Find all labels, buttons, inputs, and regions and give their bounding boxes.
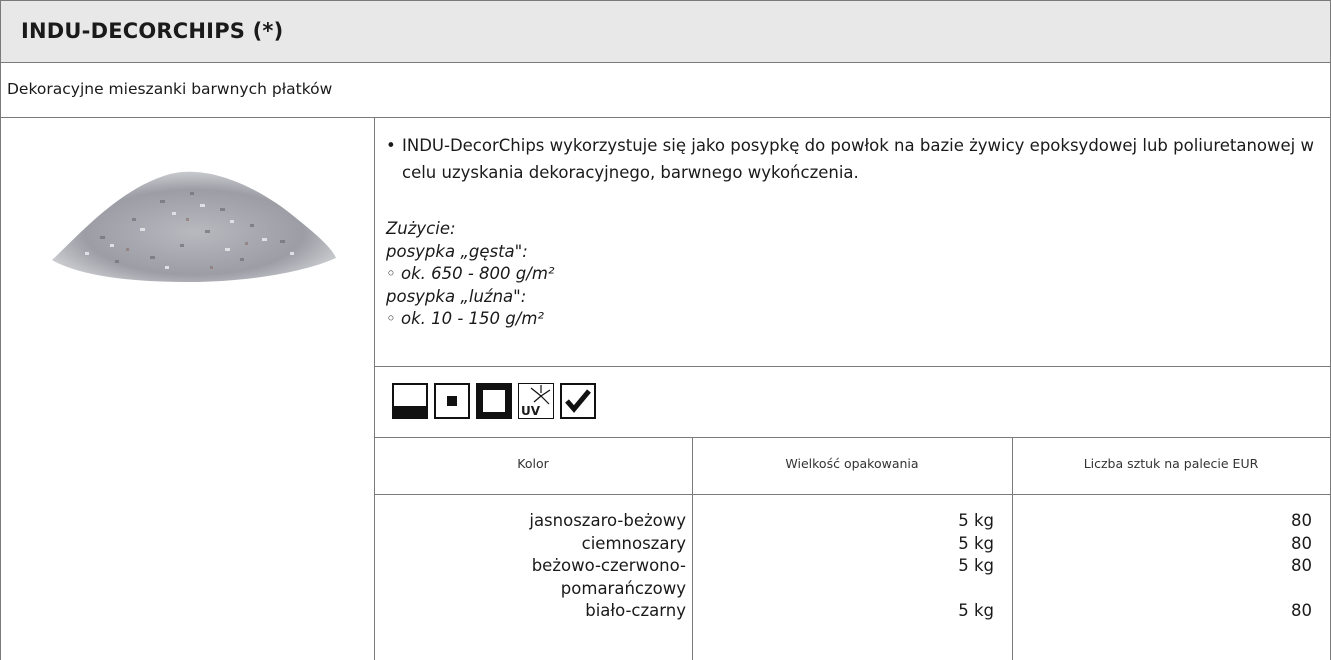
table-cell-color-cont: pomarańczowy (560, 578, 686, 598)
divider-image-column (374, 117, 375, 660)
description-text: INDU-DecorChips wykorzystuje się jako po… (402, 136, 1314, 182)
border-top (0, 0, 1331, 1)
description-bullet: • INDU-DecorChips wykorzystuje się jako … (386, 132, 1316, 186)
table-header-pallet-count: Liczba sztuk na palecie EUR (1083, 456, 1259, 471)
floor-base-icon (392, 383, 428, 419)
usage-heading: Zużycie: (386, 219, 456, 238)
uv-label: UV (521, 404, 541, 418)
table-cell-pallet: 80 (1291, 601, 1312, 620)
usage-dense-label: posypka „gęsta": (386, 241, 528, 261)
table-column-color: jasnoszaro-beżowy ciemnoszary beżowo-cze… (380, 510, 686, 623)
border-left (0, 0, 1, 660)
application-icons: UV (392, 383, 596, 419)
table-cell-size: 5 kg (958, 533, 994, 553)
table-cell-pallet: 80 (1291, 533, 1312, 553)
table-cell-size: 5 kg (958, 556, 994, 575)
divider-icons (374, 366, 1331, 367)
title-bar: INDU-DECORCHIPS (*) (1, 1, 1330, 62)
checkmark-icon (560, 383, 596, 419)
usage-dense-value: ◦ ok. 650 - 800 g/m² (386, 264, 555, 283)
usage-block: Zużycie: posypka „gęsta": ◦ ok. 650 - 80… (386, 218, 555, 331)
product-title: INDU-DECORCHIPS (*) (21, 19, 284, 43)
table-cell-color: ciemnoszary (581, 533, 686, 553)
small-square-icon (434, 383, 470, 419)
table-column-size: 5 kg 5 kg 5 kg 5 kg (694, 510, 994, 623)
product-subtitle: Dekoracyjne mieszanki barwnych płatków (7, 80, 333, 98)
table-cell-color: biało-czarny (585, 601, 686, 620)
usage-loose-label: posypka „luźna": (386, 286, 527, 306)
product-image (52, 171, 336, 282)
divider-subtitle (0, 117, 1331, 118)
table-header-package-size: Wielkość opakowania (785, 456, 919, 471)
bullet-symbol: • (386, 136, 396, 155)
large-square-icon (476, 383, 512, 419)
table-cell-pallet: 80 (1291, 511, 1312, 530)
uv-resistant-icon: UV (518, 383, 554, 419)
product-sheet: INDU-DECORCHIPS (*) Dekoracyjne mieszank… (0, 0, 1331, 660)
table-cell-pallet: 80 (1291, 556, 1312, 575)
divider-table-header (374, 494, 1331, 495)
divider-table (374, 437, 1331, 438)
table-cell-size: 5 kg (958, 511, 994, 530)
table-column-pallet: 80 80 80 80 (1014, 510, 1312, 623)
table-cell-size: 5 kg (958, 601, 994, 620)
table-header-color: Kolor (517, 456, 549, 471)
divider-header (0, 62, 1331, 63)
usage-loose-value: ◦ ok. 10 - 150 g/m² (386, 309, 545, 328)
table-cell-color: beżowo-czerwono- (531, 556, 686, 575)
table-cell-color: jasnoszaro-beżowy (529, 511, 686, 530)
